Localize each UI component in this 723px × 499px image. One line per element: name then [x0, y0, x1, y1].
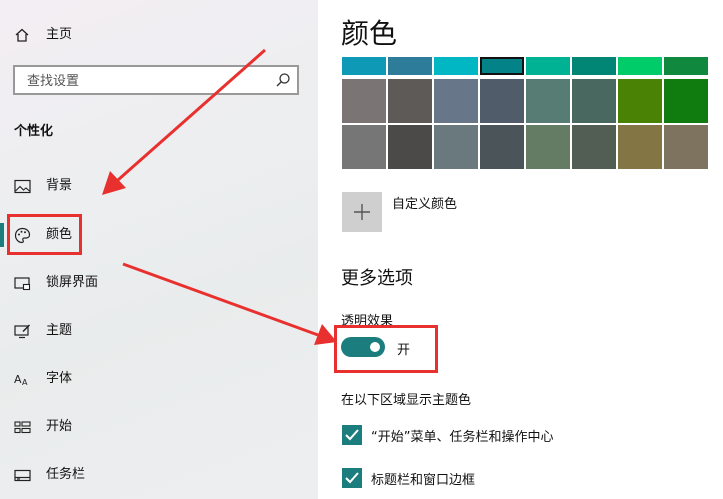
home-label: 主页 [46, 27, 73, 42]
sidebar-item-fonts[interactable]: AA 字体 [0, 359, 318, 399]
title-bar-accent-checkbox[interactable] [342, 468, 362, 488]
lock-screen-icon [13, 274, 31, 292]
accent-color-swatch[interactable] [618, 79, 662, 123]
accent-color-swatch[interactable] [572, 79, 616, 123]
accent-color-swatch[interactable] [618, 57, 662, 75]
accent-color-swatch[interactable] [480, 125, 524, 169]
start-taskbar-accent-checkbox[interactable] [342, 425, 362, 445]
checkmark-icon [345, 472, 359, 484]
section-title: 个性化 [14, 124, 54, 139]
sidebar-item-label: 锁屏界面 [46, 275, 99, 290]
accent-color-swatch[interactable] [434, 125, 478, 169]
theme-icon [13, 322, 31, 340]
home-nav-item[interactable]: 主页 [0, 15, 318, 55]
accent-color-swatch[interactable] [342, 125, 386, 169]
sidebar-item-label: 任务栏 [46, 467, 86, 482]
accent-color-swatch[interactable] [342, 79, 386, 123]
accent-color-swatch[interactable] [388, 79, 432, 123]
accent-color-swatch[interactable] [388, 57, 432, 75]
sidebar-item-label: 开始 [46, 419, 73, 434]
annotation-highlight-box [7, 214, 82, 255]
more-options-heading: 更多选项 [341, 268, 413, 289]
accent-color-swatch[interactable] [664, 57, 708, 75]
sidebar-item-label: 字体 [46, 371, 73, 386]
accent-color-swatch[interactable] [526, 125, 570, 169]
accent-color-swatch[interactable] [342, 57, 386, 75]
svg-text:A: A [14, 373, 22, 386]
sidebar-item-start[interactable]: 开始 [0, 407, 318, 447]
sidebar-item-label: 背景 [46, 178, 73, 193]
sidebar-item-background[interactable]: 背景 [0, 166, 318, 206]
accent-color-swatch[interactable] [572, 125, 616, 169]
accent-color-swatch[interactable] [526, 79, 570, 123]
custom-color-label[interactable]: 自定义颜色 [392, 193, 457, 212]
accent-color-swatch[interactable] [480, 79, 524, 123]
accent-color-swatch[interactable] [434, 57, 478, 75]
font-icon: AA [13, 370, 31, 388]
home-icon [13, 26, 31, 44]
accent-color-swatch[interactable] [388, 125, 432, 169]
accent-color-swatch[interactable] [664, 79, 708, 123]
settings-sidebar: 主页 个性化 背景 颜色 锁屏界面 主题 AA 字体 [0, 0, 318, 499]
search-input[interactable] [25, 71, 269, 91]
sidebar-item-themes[interactable]: 主题 [0, 311, 318, 351]
annotation-highlight-box [334, 325, 438, 373]
accent-color-swatch[interactable] [618, 125, 662, 169]
checkmark-icon [345, 429, 359, 441]
start-taskbar-accent-label[interactable]: “开始”菜单、任务栏和操作中心 [371, 426, 553, 445]
accent-color-swatch[interactable] [664, 125, 708, 169]
search-icon[interactable] [275, 72, 291, 88]
page-title: 颜色 [341, 17, 398, 50]
taskbar-icon [13, 466, 31, 484]
settings-search-box[interactable] [13, 65, 299, 95]
accent-color-swatch[interactable] [434, 79, 478, 123]
accent-color-swatch[interactable] [572, 57, 616, 75]
title-bar-accent-label[interactable]: 标题栏和窗口边框 [371, 469, 475, 488]
sidebar-item-lock-screen[interactable]: 锁屏界面 [0, 263, 318, 303]
plus-icon [354, 204, 370, 220]
accent-surfaces-label: 在以下区域显示主题色 [341, 393, 472, 408]
svg-text:A: A [22, 378, 28, 387]
picture-icon [13, 177, 31, 195]
sidebar-item-taskbar[interactable]: 任务栏 [0, 455, 318, 495]
start-icon [13, 418, 31, 436]
accent-color-swatch[interactable] [480, 57, 524, 75]
sidebar-item-label: 主题 [46, 323, 73, 338]
add-custom-color-button[interactable] [342, 192, 382, 232]
accent-color-swatch[interactable] [526, 57, 570, 75]
